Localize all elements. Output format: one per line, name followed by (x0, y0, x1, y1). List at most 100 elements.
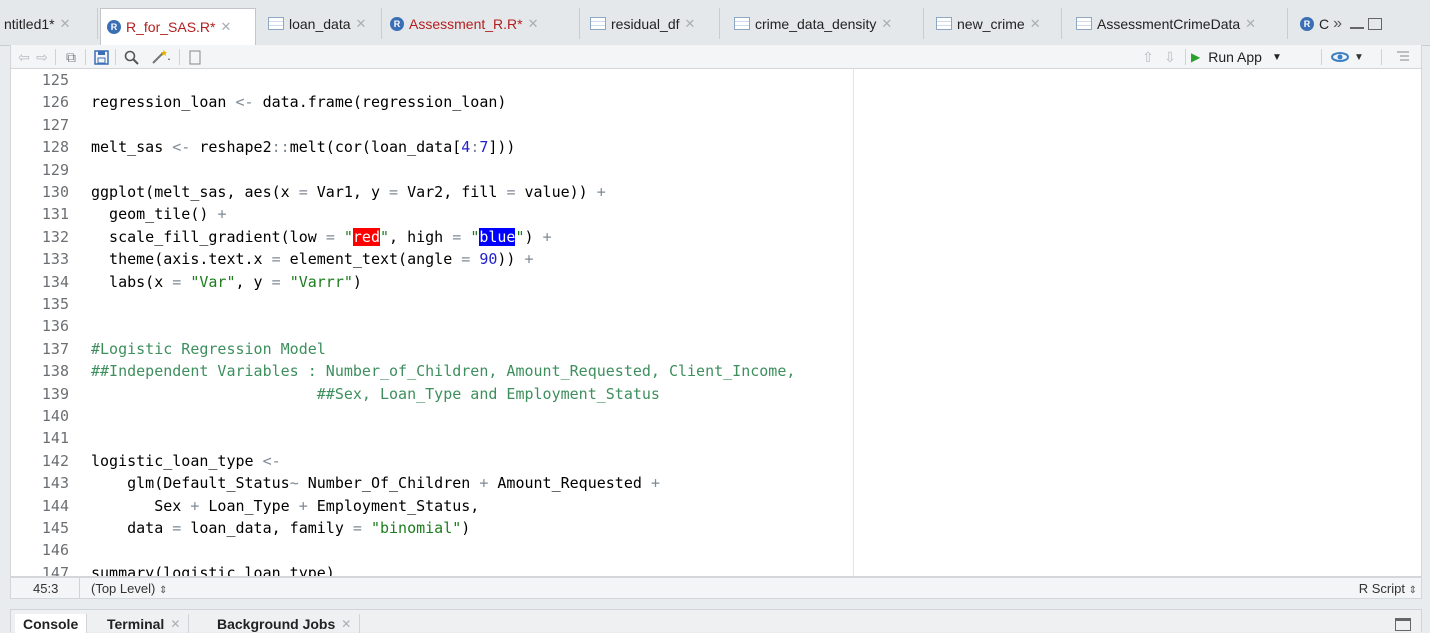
data-grid-icon (936, 17, 952, 30)
line-number: 144 (41, 496, 69, 515)
code-line[interactable]: summary(logistic_loan_type) (91, 562, 335, 576)
close-icon[interactable]: ✕ (60, 16, 71, 32)
tab-label: AssessmentCrimeData (1097, 15, 1241, 32)
line-number: 134 (41, 272, 69, 291)
tab-label: Terminal (107, 615, 165, 632)
code-line[interactable]: data = loan_data, family = "binomial") (91, 517, 470, 539)
updown-arrow-icon: ⇕ (1408, 585, 1417, 596)
search-icon[interactable] (121, 47, 141, 67)
more-tabs-icon[interactable]: » (1333, 15, 1342, 33)
line-number: 130 (41, 183, 69, 201)
data-grid-icon (268, 17, 284, 30)
line-number: 125 (41, 71, 69, 89)
code-line[interactable]: scale_fill_gradient(low = "red", high = … (91, 226, 552, 248)
code-line[interactable]: glm(Default_Status~ Number_Of_Children +… (91, 472, 660, 494)
code-line[interactable]: Sex + Loan_Type + Employment_Status, (91, 495, 479, 517)
close-icon[interactable]: ✕ (685, 16, 696, 32)
tab-c[interactable]: RC » (1294, 8, 1430, 39)
code-line[interactable]: ggplot(melt_sas, aes(x = Var1, y = Var2,… (91, 181, 606, 203)
cursor-position: 45:3 (33, 581, 59, 596)
data-grid-icon (590, 17, 606, 30)
document-outline-icon[interactable] (1393, 47, 1413, 67)
code-line[interactable]: labs(x = "Var", y = "Varrr") (91, 271, 362, 293)
tab-label: Assessment_R.R* (409, 15, 523, 32)
code-line[interactable]: #Logistic Regression Model (91, 338, 326, 360)
code-line[interactable]: regression_loan <- data.frame(regression… (91, 91, 506, 113)
tab-crime-data-density[interactable]: crime_data_density ✕ (728, 8, 924, 39)
tab-terminal[interactable]: Terminal ✕ (99, 614, 190, 633)
go-up-arrow-icon[interactable]: ⇧ (1139, 47, 1157, 67)
line-number: 145 (41, 519, 69, 537)
go-down-arrow-icon[interactable]: ⇩ (1161, 47, 1179, 67)
line-number: 146 (41, 541, 69, 560)
save-icon[interactable] (91, 47, 111, 67)
file-type-selector[interactable]: R Script ⇕ (1359, 581, 1417, 596)
tab-untitled1[interactable]: ntitled1* ✕ (0, 8, 98, 39)
tab-assessment-crime-data[interactable]: AssessmentCrimeData ✕ (1070, 8, 1288, 39)
code-line[interactable]: logistic_loan_type <- (91, 450, 281, 472)
line-number: 132 (41, 227, 69, 246)
tab-new-crime[interactable]: new_crime ✕ (930, 8, 1062, 39)
tab-residual-df[interactable]: residual_df ✕ (584, 8, 720, 39)
close-icon[interactable]: ✕ (170, 617, 180, 631)
compile-report-icon[interactable] (185, 47, 205, 67)
line-number: 141 (41, 429, 69, 448)
tab-loan-data[interactable]: loan_data ✕ (262, 8, 382, 39)
code-line[interactable]: melt_sas <- reshape2::melt(cor(loan_data… (91, 136, 515, 158)
close-icon[interactable]: ✕ (356, 16, 367, 32)
line-number-gutter: 125 126 127 128 129 130 131 132 133 134 … (11, 69, 77, 576)
console-tab-bar: Console Terminal ✕ Background Jobs ✕ (10, 609, 1422, 633)
close-icon[interactable]: ✕ (1030, 16, 1041, 32)
editor-status-bar: 45:3 (Top Level) ⇕ R Script ⇕ (10, 577, 1422, 599)
code-editor[interactable]: 125 126 127 128 129 130 131 132 133 134 … (10, 69, 1422, 577)
publish-icon[interactable]: ▼ (1327, 47, 1367, 67)
scope-selector[interactable]: (Top Level) ⇕ (91, 581, 167, 596)
minimize-icon[interactable] (1350, 26, 1365, 29)
updown-arrow-icon: ⇕ (158, 585, 168, 596)
close-icon[interactable]: ✕ (528, 16, 539, 32)
back-arrow-icon[interactable]: ⇦ (15, 47, 33, 67)
forward-arrow-icon[interactable]: ⇨ (33, 47, 51, 67)
dropdown-arrow-icon: ▼ (1271, 51, 1282, 63)
tab-label: Console (23, 615, 79, 632)
show-in-window-icon[interactable]: ⧉ (61, 47, 81, 67)
tab-r-for-sas[interactable]: R R_for_SAS.R* ✕ (100, 8, 256, 45)
code-line[interactable]: ##Independent Variables : Number_of_Chil… (91, 360, 795, 382)
tab-console[interactable]: Console (15, 614, 88, 633)
close-icon[interactable]: ✕ (220, 19, 231, 35)
tab-label: C (1319, 15, 1330, 32)
code-tools-wand-icon[interactable] (147, 47, 177, 67)
maximize-icon[interactable] (1368, 17, 1383, 30)
line-number: 143 (41, 474, 69, 493)
line-number: 126 (41, 93, 69, 112)
tab-label: loan_data (289, 15, 351, 32)
close-icon[interactable]: ✕ (1245, 16, 1256, 32)
code-line[interactable]: theme(axis.text.x = element_text(angle =… (91, 248, 533, 270)
line-number: 129 (41, 160, 69, 179)
tab-label: R_for_SAS.R* (126, 19, 216, 35)
maximize-pane-icon[interactable] (1395, 618, 1411, 631)
line-number: 128 (41, 138, 69, 157)
close-icon[interactable]: ✕ (881, 16, 892, 32)
line-number: 140 (41, 407, 69, 425)
line-number: 142 (41, 451, 69, 470)
tab-label: residual_df (611, 15, 680, 32)
r-script-icon: R (107, 20, 121, 34)
line-number: 136 (41, 317, 69, 336)
line-number: 139 (41, 384, 69, 403)
run-app-button[interactable]: ▶ Run App ▼ (1191, 47, 1321, 67)
code-line[interactable]: geom_tile() + (91, 203, 226, 225)
tab-background-jobs[interactable]: Background Jobs ✕ (209, 614, 361, 633)
line-number: 127 (41, 115, 69, 134)
editor-toolbar: ⇦ ⇨ ⧉ ⇧ ⇩ ▶ Run App ▼ ▼ (10, 45, 1422, 69)
tab-label: Background Jobs (217, 615, 336, 632)
print-margin-line (853, 69, 854, 576)
scope-label: (Top Level) (91, 581, 156, 596)
tab-assessment-r[interactable]: R Assessment_R.R* ✕ (384, 8, 580, 39)
code-line[interactable]: ##Sex, Loan_Type and Employment_Status (91, 383, 660, 405)
line-number: 138 (41, 362, 69, 381)
line-number: 133 (41, 250, 69, 269)
tab-label: new_crime (957, 15, 1025, 32)
close-icon[interactable]: ✕ (341, 617, 351, 631)
data-grid-icon (1076, 17, 1092, 30)
